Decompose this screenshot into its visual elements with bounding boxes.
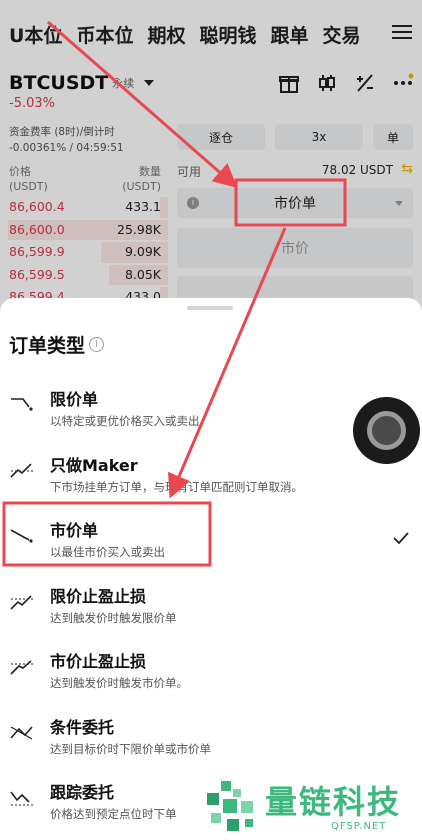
option-label: 跟踪委托 [50,783,115,802]
option-label: 市价止盈止损 [50,652,147,671]
limit-order-icon [11,398,33,411]
option-label: 条件委托 [50,717,115,737]
order-type-option[interactable]: 市价单以最佳市价买入或卖出 [0,509,422,569]
market-tpsl-icon [10,660,33,675]
option-label: 只做Maker [50,455,138,475]
check-icon [393,532,409,545]
order-type-option[interactable]: 市价止盈止损达到触发价时触发市价单。 [0,640,422,700]
maker-only-icon [10,462,33,478]
trailing-order-icon [10,791,33,806]
option-label: 限价止盈止损 [50,586,147,606]
option-desc: 价格达到预定点位时下单 [50,807,177,821]
sheet-header: 订单类型 i [9,331,105,358]
conditional-order-icon [10,725,33,740]
order-type-sheet: 订单类型 i 限价单以特定或更优价格买入或卖出只做Maker 下市场挂单方订单，与… [0,298,422,840]
option-label: 市价单 [50,521,99,540]
market-order-icon [10,529,33,543]
floating-assistive-button[interactable] [353,397,420,464]
watermark-text: 量链科技 [265,783,402,821]
order-type-option[interactable]: 只做Maker 下市场挂单方订单，与现有订单匹配则订单取消。 [0,444,422,504]
sheet-title: 订单类型 [9,335,86,357]
info-icon[interactable]: i [89,337,105,352]
option-desc: 达到触发价时触发市价单。 [50,676,188,690]
watermark: 量链科技 QFSP.NET [203,775,422,840]
brand-logo-icon [207,781,253,831]
option-desc: 下市场挂单方订单，与现有订单匹配则订单取消。 [50,479,303,494]
option-desc: 以最佳市价买入或卖出 [50,545,165,559]
watermark-sub: QFSP.NET [331,821,387,832]
limit-tpsl-icon [10,594,33,610]
sheet-handle[interactable] [187,306,233,310]
order-type-option[interactable]: 条件委托达到目标价时下限价单或市价单 [0,706,422,766]
option-desc: 达到触发价时触发限价单 [50,610,177,625]
order-type-option[interactable]: 限价止盈止损达到触发价时触发限价单 [0,575,422,635]
option-desc: 以特定或更优价格买入或卖出 [50,414,200,428]
option-label: 限价单 [50,390,99,409]
option-desc: 达到目标价时下限价单或市价单 [50,741,211,756]
